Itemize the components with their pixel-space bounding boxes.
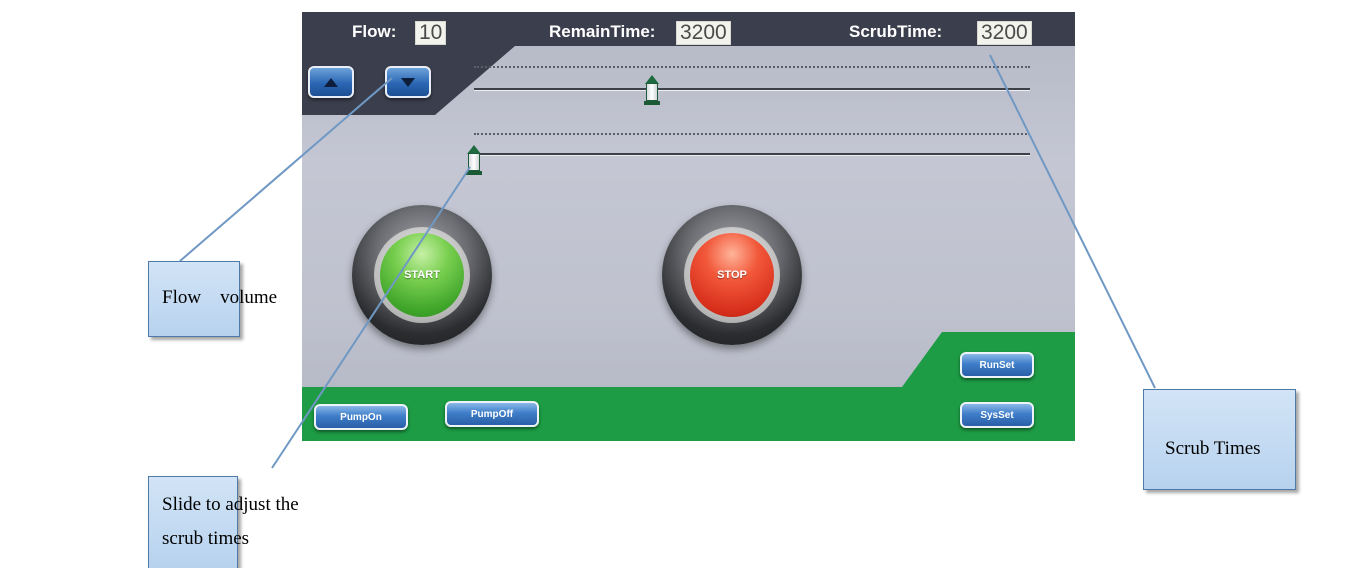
remain-time-value: 3200 [676,21,731,45]
scrub-times-scale [474,133,1030,135]
flow-label: Flow: [352,22,397,41]
flow-down-button[interactable] [385,66,431,98]
scrub-times-text: Scrub Times [1165,438,1261,459]
slide-adjust-text-line2: scrub times [162,528,250,549]
scrub-times-track[interactable] [474,153,1030,155]
triangle-up-icon [324,77,338,87]
slide-adjust-text-line1: Slide to adjust the [162,494,299,515]
remain-time-label: RemainTime: [549,22,656,41]
scrub-time-value: 3200 [977,21,1032,45]
triangle-down-icon [401,77,415,87]
pump-on-button[interactable]: PumpOn [314,404,408,430]
pump-off-button[interactable]: PumpOff [445,401,539,427]
sys-set-button[interactable]: SysSet [960,402,1034,428]
scrub-time-scale [474,66,1030,68]
scrub-times-callout: Scrub Times [1143,389,1296,490]
scrub-time-label: ScrubTime: [849,22,943,41]
start-button-bezel: START [352,205,492,345]
flow-value: 10 [415,21,447,45]
flow-volume-callout: Flow volume [148,261,277,337]
footer-bar [302,332,1075,441]
device-screen: Flow: 10 RemainTime: 3200 ScrubTime: 320… [302,12,1075,441]
flow-volume-text: Flow volume [162,287,278,308]
stop-button-bezel: STOP [662,205,802,345]
scrub-time-track[interactable] [474,88,1030,90]
scrub-times-slider-thumb[interactable] [466,145,482,175]
stop-button[interactable]: STOP [690,233,774,317]
flow-up-button[interactable] [308,66,354,98]
scrub-time-slider-thumb[interactable] [643,75,660,105]
slide-adjust-callout: Slide to adjust the scrub times [148,476,299,568]
start-button[interactable]: START [380,233,464,317]
run-set-button[interactable]: RunSet [960,352,1034,378]
